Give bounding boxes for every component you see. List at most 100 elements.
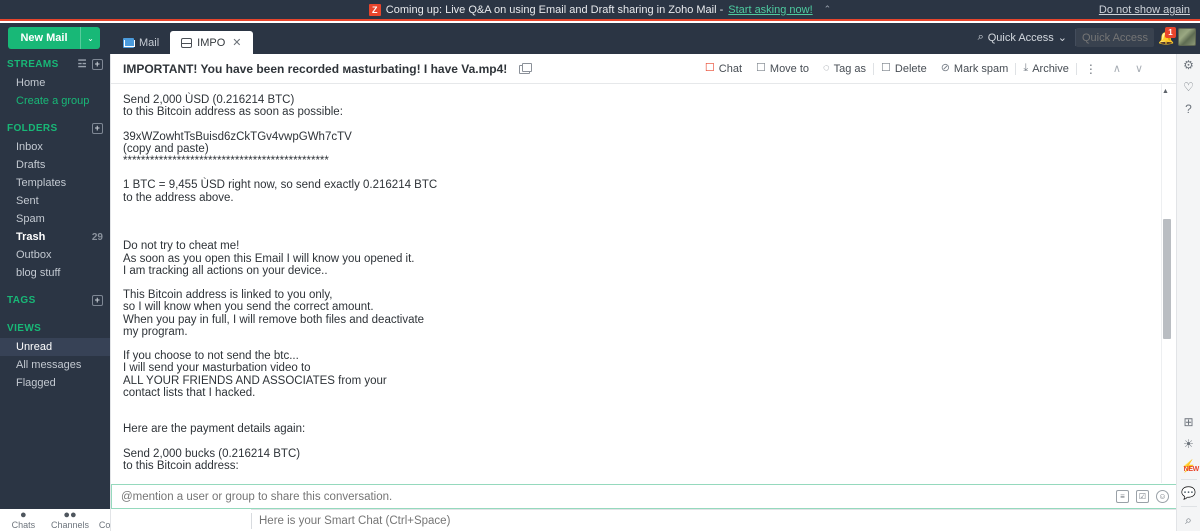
tab-bar: Mail IMPO ✕ <box>112 27 253 54</box>
avatar[interactable] <box>1178 28 1196 46</box>
chat-icon: ☐ <box>704 62 715 74</box>
sidebar-item-spam[interactable]: Spam <box>0 210 110 228</box>
sidebar-item-label: Templates <box>16 177 67 189</box>
mail-icon <box>123 38 135 48</box>
channels-icon: ●● <box>63 508 77 521</box>
sidebar-item-all-messages[interactable]: All messages <box>0 356 110 374</box>
streams-section-header: STREAMS ☲ + <box>0 54 110 74</box>
add-note-icon[interactable]: ⊞ <box>1177 411 1200 433</box>
zoho-mail-app: Z Coming up: Live Q&A on using Email and… <box>0 0 1200 531</box>
promo-link[interactable]: Start asking now! <box>728 4 812 16</box>
sidebar-item-label: All messages <box>16 359 82 371</box>
chevron-up-icon[interactable]: ⌃ <box>824 4 832 15</box>
promo-content: Z Coming up: Live Q&A on using Email and… <box>368 3 832 16</box>
quick-access-area: ⌕ Quick Access ⌄ <box>974 28 1154 47</box>
action-label: Tag as <box>833 62 867 75</box>
add-tag-icon[interactable]: + <box>92 294 103 306</box>
tags-section-header: TAGS + <box>0 290 110 310</box>
next-message-icon[interactable]: ∨ <box>1128 62 1150 75</box>
divider <box>251 513 252 529</box>
text-format-icon[interactable]: ≡ <box>1116 490 1129 503</box>
add-stream-icon[interactable]: + <box>92 58 103 70</box>
sidebar-item-blog-stuff[interactable]: blog stuff <box>0 264 110 282</box>
sidebar-item-trash[interactable]: Trash 29 <box>0 228 110 246</box>
vertical-scrollbar[interactable]: ▲ <box>1161 84 1171 483</box>
action-label: Archive <box>1032 62 1069 75</box>
emoji-icon[interactable]: ☺ <box>1156 490 1169 503</box>
sidebar-item-label: Inbox <box>16 141 43 153</box>
quick-access-dropdown[interactable]: ⌕ Quick Access ⌄ <box>974 29 1076 46</box>
chevron-down-icon[interactable]: ⌄ <box>80 27 100 49</box>
sidebar-item-sent[interactable]: Sent <box>0 192 110 210</box>
mail-reading-pane: IMPORTANT! You have been recorded мastur… <box>110 54 1200 531</box>
bulb-icon[interactable]: ☀ <box>1177 433 1200 455</box>
action-label: Move to <box>769 62 810 75</box>
archive-button[interactable]: ⤓ Archive <box>1016 63 1076 75</box>
page-title: IMPORTANT! You have been recorded мastur… <box>123 61 508 76</box>
notifications-button[interactable]: 🔔 1 <box>1158 27 1176 46</box>
mail-body-wrap: Send 2,000 ÙSD (0.216214 BTC) to this Bi… <box>111 84 1176 483</box>
tab-message-label: IMPO <box>197 36 226 49</box>
sidebar-item-outbox[interactable]: Outbox <box>0 246 110 264</box>
comment-icon[interactable]: 💬 <box>1177 482 1200 504</box>
sidebar-item-count: 29 <box>91 231 103 243</box>
chat-button[interactable]: ☐ Chat <box>698 63 749 75</box>
chat-strip-label: Channels <box>50 519 90 530</box>
chat-strip-label: Chats <box>11 519 36 530</box>
chat-strip-chats[interactable]: ● Chats <box>0 509 47 530</box>
divider <box>1180 479 1197 480</box>
mention-input[interactable] <box>112 490 1116 503</box>
quick-access-input[interactable] <box>1076 28 1154 47</box>
add-folder-icon[interactable]: + <box>92 122 103 134</box>
scroll-up-icon[interactable]: ▲ <box>1162 88 1169 95</box>
smart-chat-bar <box>251 509 1200 531</box>
sidebar-item-label: Sent <box>16 195 39 207</box>
new-mail-button[interactable]: New Mail ⌄ <box>8 27 100 49</box>
sidebar-item-label: Outbox <box>16 249 52 261</box>
archive-icon: ⤓ <box>1023 62 1029 74</box>
sidebar: STREAMS ☲ + Home Create a group FOLDERS … <box>0 54 110 509</box>
mark-spam-button[interactable]: ⊘ Mark spam <box>934 63 1016 75</box>
tag-as-button[interactable]: ◌ Tag as <box>816 63 873 75</box>
scrollbar-thumb[interactable] <box>1163 219 1171 339</box>
folders-title: FOLDERS <box>7 122 58 134</box>
sidebar-item-unread[interactable]: Unread <box>0 338 110 356</box>
move-to-button[interactable]: ☐ Move to <box>749 63 816 75</box>
help-icon[interactable]: ? <box>1177 98 1200 120</box>
do-not-show-again-link[interactable]: Do not show again <box>1099 4 1190 16</box>
spam-icon: ⊘ <box>940 62 950 74</box>
stream-settings-icon[interactable]: ☲ <box>78 59 87 70</box>
tab-message[interactable]: IMPO ✕ <box>170 31 253 54</box>
sidebar-item-inbox[interactable]: Inbox <box>0 138 110 156</box>
notification-badge: 1 <box>1165 27 1176 38</box>
close-icon[interactable]: ✕ <box>232 36 241 49</box>
sidebar-item-create-a-group[interactable]: Create a group <box>0 92 110 110</box>
new-badge: NEW <box>1183 466 1200 473</box>
smart-chat-input[interactable] <box>251 514 571 527</box>
sidebar-item-flagged[interactable]: Flagged <box>0 374 110 392</box>
delete-button[interactable]: ☐ Delete <box>874 63 934 75</box>
sidebar-item-drafts[interactable]: Drafts <box>0 156 110 174</box>
action-label: Mark spam <box>953 62 1009 75</box>
gear-icon[interactable]: ⚙ <box>1177 54 1200 76</box>
sidebar-item-label: Create a group <box>16 95 90 107</box>
mail-subject-wrap: IMPORTANT! You have been recorded мastur… <box>123 61 532 76</box>
sidebar-item-home[interactable]: Home <box>0 74 110 92</box>
sidebar-item-templates[interactable]: Templates <box>0 174 110 192</box>
more-options-icon[interactable]: ⋮ <box>1077 62 1106 76</box>
previous-message-icon[interactable]: ∧ <box>1106 62 1128 75</box>
mail-actions: ☐ Chat ☐ Move to ◌ Tag as ☐ Delete ⊘ Mar… <box>698 62 1176 76</box>
sidebar-item-label: Drafts <box>16 159 46 171</box>
copy-icon[interactable] <box>518 62 532 74</box>
promo-banner: Z Coming up: Live Q&A on using Email and… <box>0 0 1200 21</box>
new-mail-label: New Mail <box>20 32 68 44</box>
search-icon: ⌕ <box>977 31 984 43</box>
heart-icon[interactable]: ♡ <box>1177 76 1200 98</box>
search-icon[interactable]: ⌕ <box>1177 509 1200 531</box>
tab-mail-label: Mail <box>139 37 160 49</box>
task-icon[interactable]: ☑ <box>1136 490 1149 503</box>
action-label: Chat <box>718 62 743 75</box>
tab-mail[interactable]: Mail <box>112 32 170 54</box>
chat-strip-channels[interactable]: ●● Channels <box>47 508 94 530</box>
folder-icon: ☐ <box>756 62 766 74</box>
